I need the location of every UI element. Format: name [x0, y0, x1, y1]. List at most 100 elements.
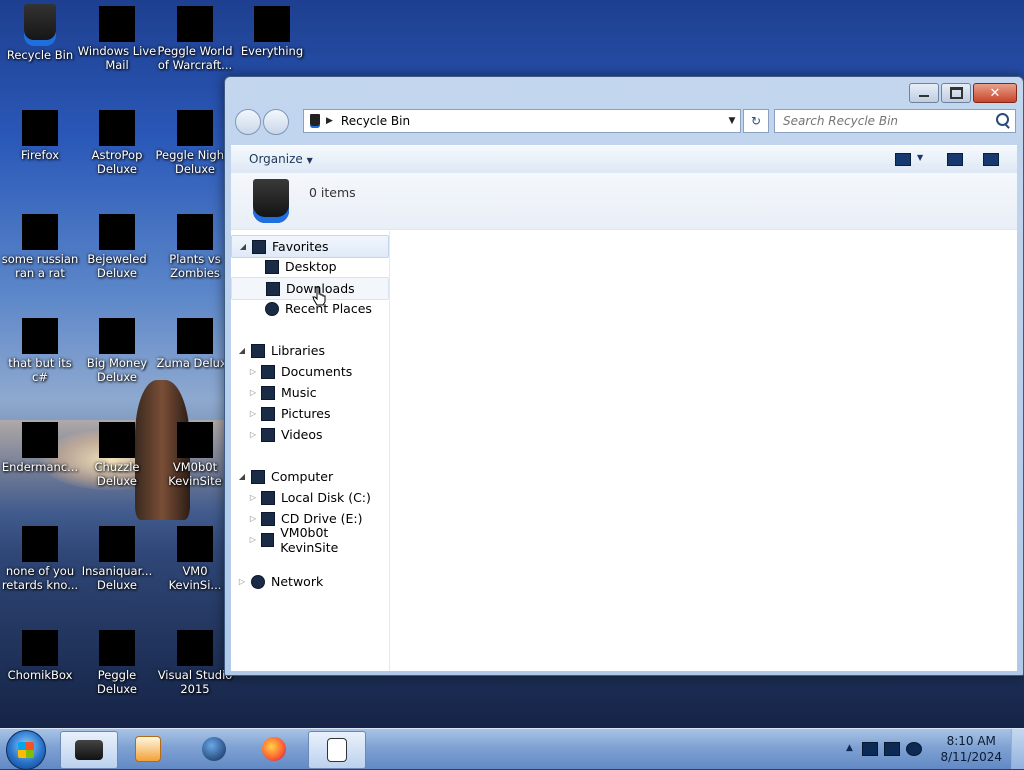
expand-icon[interactable]: ▷	[235, 577, 249, 586]
close-icon: ✕	[989, 85, 1001, 101]
file-icon	[22, 318, 58, 354]
clock[interactable]: 8:10 AM 8/11/2024	[940, 733, 1002, 765]
desktop-icon-label: Endermanc...	[1, 460, 79, 474]
desktop-icon-label: ChomikBox	[7, 668, 73, 682]
shortcut-icon	[177, 526, 213, 562]
firefox-icon	[22, 110, 58, 146]
nav-label: VM0b0t KevinSite	[280, 524, 339, 555]
expand-icon[interactable]: ▷	[247, 535, 259, 544]
nav-pictures[interactable]: ▷ Pictures	[231, 403, 387, 424]
desktop-icon-label: Big Money Deluxe	[86, 356, 148, 384]
nav-desktop[interactable]: Desktop	[231, 256, 387, 277]
desktop-icon-recycle-bin[interactable]: Recycle Bin	[0, 0, 80, 88]
tray-action-center-icon[interactable]	[862, 742, 878, 756]
desktop-icon-label: Firefox	[20, 148, 60, 162]
back-button[interactable]	[235, 109, 261, 135]
nav-local-disk[interactable]: ▷ Local Disk (C:)	[231, 487, 387, 508]
nav-vm-site[interactable]: ▷ VM0b0t KevinSite	[231, 525, 387, 555]
show-desktop-button[interactable]	[1011, 729, 1024, 769]
desktop-icon-bejeweled[interactable]: Bejeweled Deluxe	[77, 208, 157, 296]
desktop-icon-label: Bejeweled Deluxe	[87, 252, 147, 280]
nav-label: Desktop	[285, 259, 337, 274]
refresh-icon: ↻	[750, 114, 762, 128]
expand-icon[interactable]: ▷	[247, 514, 259, 523]
nav-downloads[interactable]: Downloads	[231, 277, 389, 300]
expand-icon[interactable]: ▷	[247, 409, 259, 418]
desktop-icon-label: Recycle Bin	[6, 48, 74, 62]
taskbar-explorer[interactable]	[60, 731, 118, 769]
desktop-icon-peggle-wow[interactable]: Peggle World of Warcraft...	[155, 0, 235, 88]
desktop-icon-everything[interactable]: Everything	[232, 0, 312, 88]
desktop-icon-peggle-nights[interactable]: Peggle Nights Deluxe	[155, 104, 235, 192]
desktop-icon-pvz[interactable]: Plants vs Zombies	[155, 208, 235, 296]
desktop-icon-vm0b0t[interactable]: VM0b0t KevinSite	[155, 416, 235, 504]
organize-button[interactable]: Organize ▼	[249, 152, 313, 166]
expand-icon[interactable]: ▷	[247, 367, 259, 376]
nav-videos[interactable]: ▷ Videos	[231, 424, 387, 445]
nav-documents[interactable]: ▷ Documents	[231, 361, 387, 382]
refresh-button[interactable]: ↻	[743, 109, 769, 133]
nav-music[interactable]: ▷ Music	[231, 382, 387, 403]
minimize-button[interactable]	[909, 83, 939, 103]
desktop-icon-label: none of you retards kno...	[1, 564, 79, 592]
tray-volume-icon[interactable]	[906, 742, 922, 756]
help-icon[interactable]	[983, 153, 999, 166]
desktop-icon-peggle-deluxe[interactable]: Peggle Deluxe	[77, 624, 157, 712]
taskbar-globe[interactable]	[186, 731, 242, 767]
breadcrumb-chevron-icon[interactable]: ▶	[326, 116, 333, 126]
taskbar-firefox[interactable]	[246, 731, 302, 767]
desktop-icon-zuma[interactable]: Zuma Deluxe	[155, 312, 235, 400]
search-box[interactable]	[774, 109, 1016, 133]
desktop-icon-none-of-you[interactable]: none of you retards kno...	[0, 520, 80, 608]
globe-icon	[202, 737, 226, 761]
taskbar-media-player[interactable]	[120, 731, 176, 767]
desktop-icon-chomikbox[interactable]: ChomikBox	[0, 624, 80, 712]
breadcrumb[interactable]: Recycle Bin	[341, 114, 724, 128]
nav-recent-places[interactable]: Recent Places	[231, 298, 387, 319]
desktop-icon-that-but-c[interactable]: that but its c#	[0, 312, 80, 400]
nav-libraries[interactable]: ◢ Libraries	[231, 340, 387, 361]
taskbar-app[interactable]	[308, 731, 366, 769]
forward-button[interactable]	[263, 109, 289, 135]
desktop-icon-russian-rat[interactable]: some russian ran a rat	[0, 208, 80, 296]
desktop-icon-chuzzle[interactable]: Chuzzle Deluxe	[77, 416, 157, 504]
expand-icon[interactable]: ▷	[247, 430, 259, 439]
nav-favorites[interactable]: ◢ Favorites	[231, 235, 389, 258]
search-icon[interactable]	[996, 113, 1009, 126]
recent-places-icon	[265, 301, 279, 316]
clock-time: 8:10 AM	[946, 734, 996, 748]
preview-pane-icon[interactable]	[947, 153, 963, 166]
nav-computer[interactable]: ◢ Computer	[231, 466, 387, 487]
desktop-icon-big-money[interactable]: Big Money Deluxe	[77, 312, 157, 400]
views-dropdown-icon[interactable]: ▼	[917, 153, 923, 162]
everything-icon	[254, 6, 290, 42]
start-button[interactable]	[6, 730, 46, 770]
desktop-icon-visual-studio[interactable]: Visual Studio 2015	[155, 624, 235, 712]
expand-icon[interactable]: ▷	[247, 388, 259, 397]
maximize-button[interactable]	[941, 83, 971, 103]
tray-expand-icon[interactable]: ▲	[846, 743, 853, 753]
close-button[interactable]: ✕	[973, 83, 1017, 103]
desktop-icon-windows-live-mail[interactable]: Windows Live Mail	[77, 0, 157, 88]
search-input[interactable]	[781, 111, 995, 131]
address-dropdown-icon[interactable]: ▼	[724, 116, 740, 126]
caption-buttons: ✕	[909, 83, 1017, 103]
views-icon[interactable]	[895, 153, 911, 166]
address-bar[interactable]: ▶ Recycle Bin ▼	[303, 109, 741, 133]
desktop-icon-insaniquarium[interactable]: Insaniquar... Deluxe	[77, 520, 157, 608]
document-icon	[327, 738, 347, 762]
firefox-icon	[262, 737, 286, 761]
collapse-icon[interactable]: ◢	[236, 242, 250, 251]
collapse-icon[interactable]: ◢	[235, 472, 249, 481]
desktop-icon-label: Visual Studio 2015	[157, 668, 233, 696]
expand-icon[interactable]: ▷	[247, 493, 259, 502]
desktop-icon-astropop[interactable]: AstroPop Deluxe	[77, 104, 157, 192]
desktop-icon-endermanc[interactable]: Endermanc...	[0, 416, 80, 504]
pictures-icon	[261, 406, 275, 421]
collapse-icon[interactable]: ◢	[235, 346, 249, 355]
tray-network-icon[interactable]	[884, 742, 900, 756]
desktop-icon-firefox[interactable]: Firefox	[0, 104, 80, 192]
navigation-pane: ◢ Favorites Desktop Downloads Recent Pla…	[231, 231, 390, 671]
desktop-icon-vm0-kevinsite[interactable]: VM0 KevinSi...	[155, 520, 235, 608]
nav-network[interactable]: ▷ Network	[231, 571, 387, 592]
